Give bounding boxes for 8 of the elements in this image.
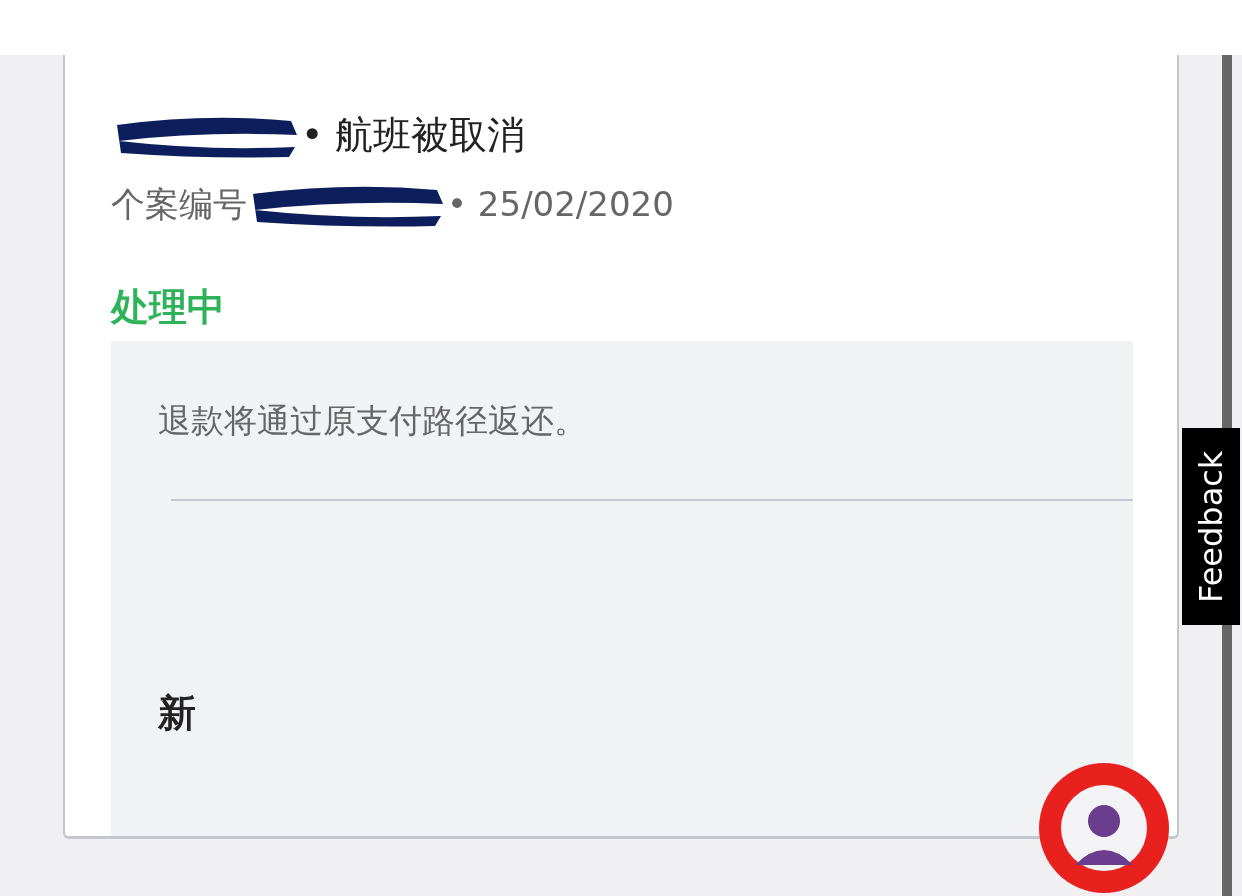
feedback-tab[interactable]: Feedback (1182, 428, 1240, 625)
case-date: • 25/02/2020 (447, 182, 674, 226)
case-title: • 航班被取消 (301, 111, 526, 159)
case-number-label: 个案编号 (111, 182, 247, 226)
person-icon (1061, 785, 1147, 871)
status-label: 处理中 (111, 284, 226, 331)
update-label: 新 (158, 690, 197, 737)
message-text: 退款将通过原支付路径返还。 (158, 400, 588, 442)
